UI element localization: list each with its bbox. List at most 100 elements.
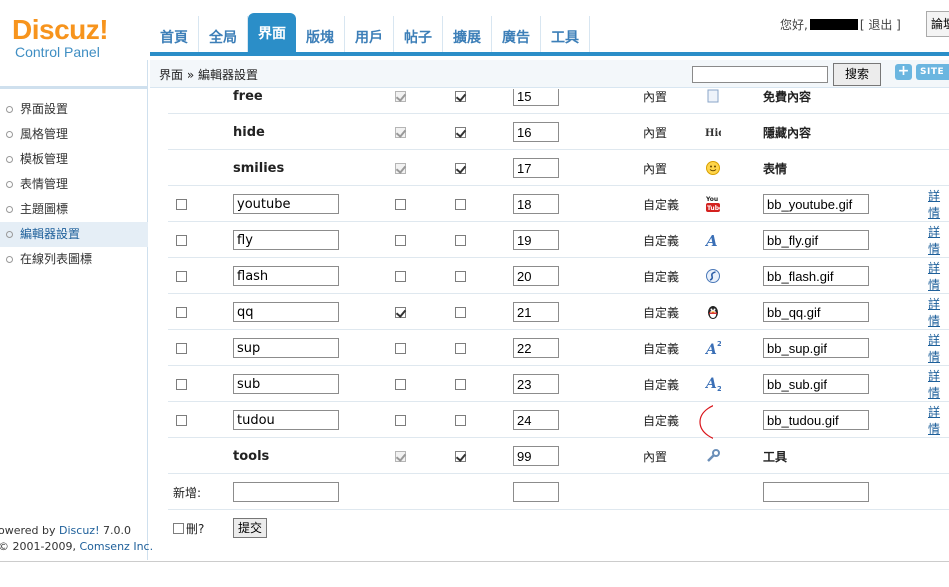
new-order-input[interactable] (513, 482, 559, 502)
nav-tab-0[interactable]: 首頁 (150, 16, 199, 52)
order-input[interactable] (513, 194, 559, 214)
table-row: hide 內置 Hide 隱藏內容 (168, 114, 949, 150)
sidebar-item-0[interactable]: 界面設置 (0, 97, 148, 122)
image-filename-input[interactable] (763, 194, 869, 214)
smiley-icon (705, 160, 721, 176)
order-input[interactable] (513, 158, 559, 178)
tag-input[interactable] (233, 230, 339, 250)
available-checkbox[interactable] (395, 342, 406, 354)
delete-checkbox[interactable] (176, 342, 187, 354)
form-actions-row: 刪? 提交 (168, 510, 949, 546)
order-input[interactable] (513, 410, 559, 430)
nav-tab-4[interactable]: 用戶 (345, 16, 394, 52)
discuz-logo[interactable]: Discuz! Control Panel (12, 16, 142, 61)
delete-all-checkbox[interactable] (173, 522, 184, 534)
search-input[interactable] (692, 66, 828, 83)
tag-input[interactable] (233, 302, 339, 322)
detail-link[interactable]: 詳情 (928, 187, 949, 221)
available-checkbox[interactable] (395, 450, 406, 462)
display-checkbox[interactable] (455, 378, 466, 390)
detail-link[interactable]: 詳情 (928, 331, 949, 365)
available-checkbox[interactable] (395, 234, 406, 246)
detail-link[interactable]: 詳情 (928, 223, 949, 257)
available-checkbox[interactable] (395, 162, 406, 174)
comsenz-link[interactable]: Comsenz Inc. (79, 540, 153, 553)
sidebar-item-5[interactable]: 編輯器設置 (0, 222, 148, 247)
detail-link[interactable]: 詳情 (928, 295, 949, 329)
detail-link[interactable]: 詳情 (928, 403, 949, 437)
username-redacted (809, 19, 858, 30)
image-filename-input[interactable] (763, 230, 869, 250)
nav-tab-2[interactable]: 界面 (248, 13, 296, 52)
nav-tab-3[interactable]: 版塊 (296, 16, 345, 52)
order-input[interactable] (513, 302, 559, 322)
detail-link[interactable]: 詳情 (928, 367, 949, 401)
type-label: 內置 (643, 449, 668, 464)
display-checkbox[interactable] (455, 198, 466, 210)
delete-checkbox[interactable] (176, 378, 187, 390)
available-checkbox[interactable] (395, 90, 406, 102)
image-filename-input[interactable] (763, 302, 869, 322)
image-filename-input[interactable] (763, 266, 869, 286)
available-checkbox[interactable] (395, 378, 406, 390)
image-filename-input[interactable] (763, 374, 869, 394)
display-checkbox[interactable] (455, 270, 466, 282)
display-checkbox[interactable] (455, 162, 466, 174)
display-checkbox[interactable] (455, 234, 466, 246)
delete-checkbox[interactable] (176, 270, 187, 282)
tag-description: 隱藏內容 (763, 125, 812, 140)
forum-button[interactable]: 論壇 (926, 11, 949, 37)
tag-input[interactable] (233, 266, 339, 286)
order-input[interactable] (513, 338, 559, 358)
image-filename-input[interactable] (763, 338, 869, 358)
available-checkbox[interactable] (395, 198, 406, 210)
nav-tab-7[interactable]: 廣告 (492, 16, 541, 52)
available-checkbox[interactable] (395, 270, 406, 282)
display-checkbox[interactable] (455, 306, 466, 318)
available-checkbox[interactable] (395, 306, 406, 318)
order-input[interactable] (513, 266, 559, 286)
nav-tab-8[interactable]: 工具 (541, 16, 590, 52)
display-checkbox[interactable] (455, 342, 466, 354)
logout-link[interactable]: [ 退出 ] (860, 16, 901, 33)
tag-input[interactable] (233, 194, 339, 214)
sidebar-item-3[interactable]: 表情管理 (0, 172, 148, 197)
tag-input[interactable] (233, 374, 339, 394)
display-checkbox[interactable] (455, 90, 466, 102)
submit-button[interactable]: 提交 (233, 518, 268, 538)
table-row: tools 內置 工具 (168, 438, 949, 474)
delete-checkbox[interactable] (176, 414, 187, 426)
new-image-input[interactable] (763, 482, 869, 502)
tag-input[interactable] (233, 338, 339, 358)
sidebar-item-4[interactable]: 主題圖標 (0, 197, 148, 222)
sidebar-item-1[interactable]: 風格管理 (0, 122, 148, 147)
nav-tab-1[interactable]: 全局 (199, 16, 248, 52)
sidebar-item-2[interactable]: 模板管理 (0, 147, 148, 172)
order-input[interactable] (513, 230, 559, 250)
site-map-button[interactable]: SITE (916, 64, 949, 80)
order-input[interactable] (513, 374, 559, 394)
order-input[interactable] (513, 89, 559, 106)
display-checkbox[interactable] (455, 414, 466, 426)
sidebar-item-6[interactable]: 在線列表圖標 (0, 247, 148, 272)
tag-input[interactable] (233, 410, 339, 430)
nav-tab-6[interactable]: 擴展 (443, 16, 492, 52)
display-checkbox[interactable] (455, 126, 466, 138)
image-filename-input[interactable] (763, 410, 869, 430)
new-tag-input[interactable] (233, 482, 339, 502)
detail-link[interactable]: 詳情 (928, 259, 949, 293)
delete-checkbox[interactable] (176, 306, 187, 318)
available-checkbox[interactable] (395, 126, 406, 138)
delete-checkbox[interactable] (176, 198, 187, 210)
table-row: 自定義 詳情 (168, 258, 949, 294)
order-input[interactable] (513, 122, 559, 142)
discuz-link[interactable]: Discuz! (59, 524, 99, 537)
add-shortcut-button[interactable]: + (895, 64, 912, 80)
delete-checkbox[interactable] (176, 234, 187, 246)
order-input[interactable] (513, 446, 559, 466)
display-checkbox[interactable] (455, 450, 466, 462)
search-button[interactable]: 搜索 (833, 63, 881, 86)
tag-name: hide (233, 124, 265, 140)
nav-tab-5[interactable]: 帖子 (394, 16, 443, 52)
available-checkbox[interactable] (395, 414, 406, 426)
